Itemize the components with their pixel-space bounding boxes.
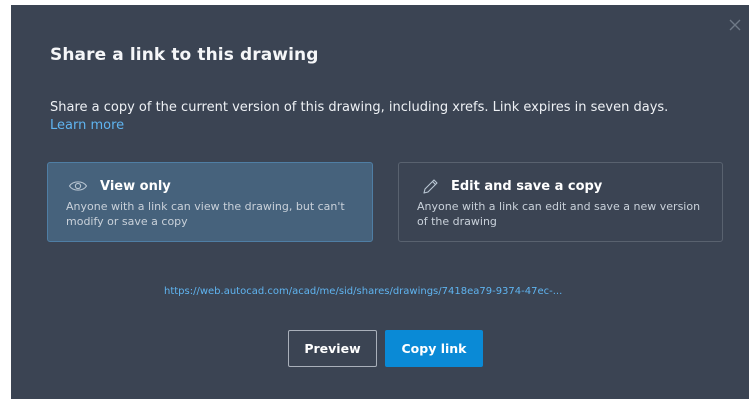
- learn-more-link[interactable]: Learn more: [50, 118, 124, 133]
- share-dialog: Share a link to this drawing Share a cop…: [11, 5, 749, 399]
- option-edit-title: Edit and save a copy: [451, 178, 603, 194]
- share-link-url[interactable]: https://web.autocad.com/acad/me/sid/shar…: [164, 286, 562, 297]
- eye-icon: [68, 178, 88, 194]
- option-header: Edit and save a copy: [417, 176, 722, 196]
- close-button[interactable]: [725, 15, 745, 35]
- option-edit-description: Anyone with a link can edit and save a n…: [417, 200, 701, 228]
- option-view-only-title: View only: [100, 178, 171, 194]
- dialog-title: Share a link to this drawing: [50, 45, 319, 65]
- close-icon[interactable]: [725, 15, 745, 35]
- option-view-only[interactable]: View only Anyone with a link can view th…: [47, 162, 373, 242]
- option-view-only-description: Anyone with a link can view the drawing,…: [66, 200, 345, 228]
- description-text: Share a copy of the current version of t…: [50, 100, 669, 115]
- option-header: View only: [66, 176, 372, 196]
- preview-button[interactable]: Preview: [288, 330, 377, 367]
- copy-link-button[interactable]: Copy link: [385, 330, 483, 367]
- option-edit-and-save-copy[interactable]: Edit and save a copy Anyone with a link …: [398, 162, 723, 242]
- dialog-description: Share a copy of the current version of t…: [50, 99, 720, 135]
- pencil-icon: [421, 178, 439, 194]
